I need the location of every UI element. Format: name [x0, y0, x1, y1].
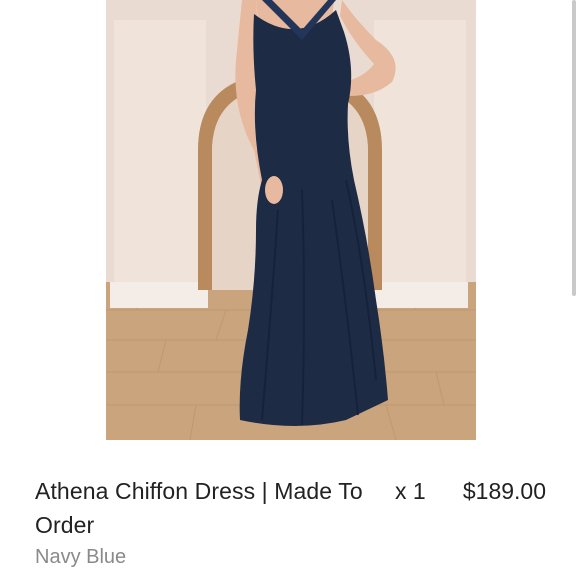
- product-photo: [106, 0, 476, 440]
- product-image[interactable]: [106, 0, 476, 440]
- item-name[interactable]: Athena Chiffon Dress | Made To Order: [35, 474, 375, 542]
- item-quantity: x 1: [395, 478, 426, 504]
- item-variant: Navy Blue: [35, 546, 127, 568]
- page-scrollbar[interactable]: [572, 0, 576, 296]
- item-price: $189.00: [462, 478, 546, 504]
- order-summary-page: Athena Chiffon Dress | Made To Order x 1…: [0, 0, 580, 580]
